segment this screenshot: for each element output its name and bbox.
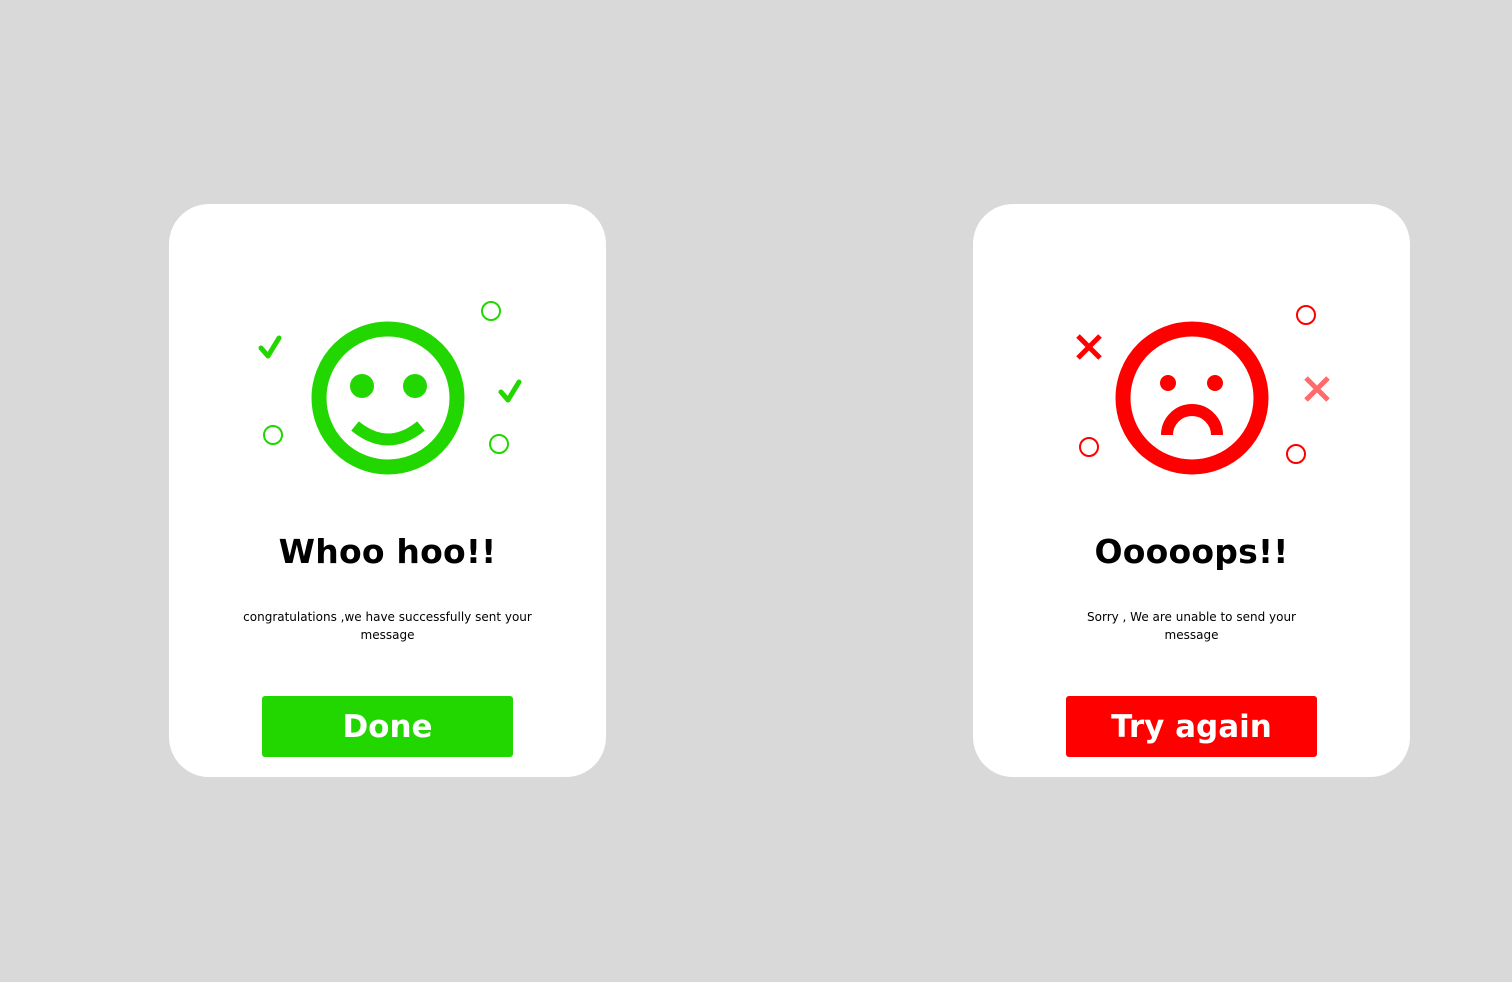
cross-icon <box>1304 376 1330 402</box>
sad-face-icon <box>1115 321 1269 475</box>
circle-icon <box>1286 444 1306 464</box>
circle-icon <box>489 434 509 454</box>
dialog-title: Whoo hoo!! <box>278 532 497 571</box>
success-dialog: Whoo hoo!! congratulations ,we have succ… <box>169 204 606 777</box>
checkmark-icon <box>498 379 522 403</box>
error-dialog: Ooooops!! Sorry , We are unable to send … <box>973 204 1410 777</box>
happy-face-icon <box>311 321 465 475</box>
circle-icon <box>1296 305 1316 325</box>
error-illustration <box>973 204 1410 504</box>
success-illustration <box>169 204 606 504</box>
try-again-button[interactable]: Try again <box>1066 696 1317 757</box>
circle-icon <box>1079 437 1099 457</box>
done-button[interactable]: Done <box>262 696 513 757</box>
circle-icon <box>263 425 283 445</box>
dialog-message: Sorry , We are unable to send your messa… <box>1087 610 1296 642</box>
cross-icon <box>1076 334 1102 360</box>
dialog-message: congratulations ,we have successfully se… <box>243 610 532 642</box>
circle-icon <box>481 301 501 321</box>
checkmark-icon <box>258 335 282 359</box>
dialog-title: Ooooops!! <box>1094 532 1289 571</box>
